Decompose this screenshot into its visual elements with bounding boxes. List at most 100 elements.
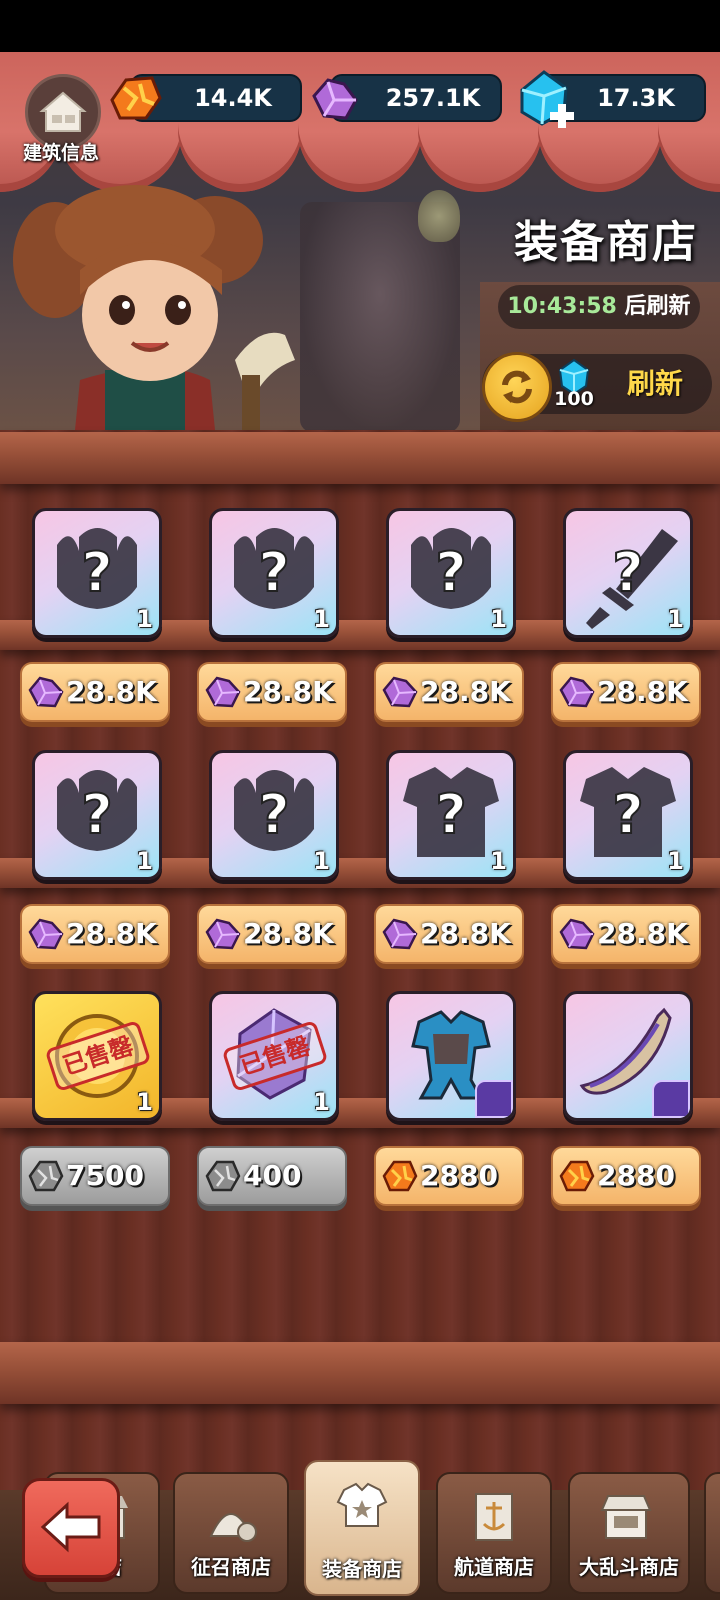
silver-ore-icon	[28, 1160, 64, 1192]
price-button[interactable]: 28.8K	[20, 904, 170, 964]
tab-label: 航道商店	[454, 1555, 534, 1579]
ember-ore-icon	[110, 76, 162, 120]
building-info-label: 建筑信息	[22, 142, 99, 164]
tab-label: 征召商店	[191, 1555, 271, 1579]
price-button[interactable]: 2880	[374, 1146, 524, 1206]
back-button[interactable]	[22, 1478, 120, 1578]
tab-brawl-shop[interactable]: 大乱斗商店	[568, 1472, 690, 1594]
shelf-plank	[0, 1342, 720, 1404]
class-badge-icon	[652, 1080, 690, 1118]
tab-route-shop[interactable]: 航道商店	[436, 1472, 552, 1594]
house-icon	[39, 91, 87, 132]
item-quantity: 1	[136, 1088, 153, 1116]
price-button[interactable]: 400	[197, 1146, 347, 1206]
price-button[interactable]: 28.8K	[551, 662, 701, 722]
refresh-cost: 100	[554, 388, 594, 410]
shop-item-card[interactable]	[563, 991, 693, 1121]
purple-crystal-icon	[312, 78, 358, 120]
timer-countdown: 10:43:58	[507, 294, 617, 319]
refresh-button[interactable]: 100 刷新	[482, 352, 712, 422]
item-quantity: 1	[313, 1088, 330, 1116]
shop-item-card[interactable]: ? 1	[386, 508, 516, 638]
shop-item-card[interactable]: ? 1	[209, 508, 339, 638]
tab-more[interactable]	[704, 1472, 720, 1594]
purple-crystal-icon	[205, 918, 241, 950]
price-value: 28.8K	[597, 675, 688, 708]
price-value: 28.8K	[66, 675, 157, 708]
price-value: 28.8K	[243, 917, 334, 950]
item-quantity: 1	[136, 605, 153, 633]
svg-text:?: ?	[612, 783, 643, 846]
item-quantity: 1	[313, 605, 330, 633]
purple-crystal-icon	[382, 676, 418, 708]
shop-item-card[interactable]	[386, 991, 516, 1121]
silver-ore-icon	[205, 1160, 241, 1192]
price-button[interactable]: 2880	[551, 1146, 701, 1206]
shop-item-card[interactable]: ? 1	[563, 508, 693, 638]
refresh-icon	[482, 352, 552, 422]
price-value: 28.8K	[66, 917, 157, 950]
shop-item-card[interactable]: 已售罄 1	[209, 991, 339, 1121]
shelf-plank	[0, 432, 720, 484]
purple-crystal-icon	[205, 676, 241, 708]
price-value: 28.8K	[597, 917, 688, 950]
price-button[interactable]: 28.8K	[374, 662, 524, 722]
timer-suffix: 后刷新	[624, 294, 691, 319]
ember-ore-icon	[382, 1160, 418, 1192]
shop-item-card[interactable]: ? 1	[32, 750, 162, 880]
svg-text:?: ?	[435, 541, 466, 604]
price-button[interactable]: 7500	[20, 1146, 170, 1206]
tab-recruit-shop[interactable]: 征召商店	[173, 1472, 289, 1594]
purple-crystal-icon	[559, 676, 595, 708]
tab-equipment-shop[interactable]: 装备商店	[304, 1460, 420, 1596]
tab-label: 装备商店	[322, 1557, 402, 1581]
price-value: 2880	[420, 1159, 498, 1192]
price-value: 2880	[597, 1159, 675, 1192]
price-button[interactable]: 28.8K	[197, 662, 347, 722]
purple-crystal-icon	[559, 918, 595, 950]
status-bar	[0, 0, 720, 52]
tab-label: 大乱斗商店	[579, 1555, 679, 1579]
price-value: 28.8K	[243, 675, 334, 708]
item-quantity: 1	[313, 847, 330, 875]
purple-crystal-icon	[28, 918, 64, 950]
back-arrow-icon	[40, 1501, 101, 1553]
item-quantity: 1	[136, 847, 153, 875]
purple-crystal-icon	[382, 918, 418, 950]
equipment-shop-icon	[336, 1482, 388, 1527]
svg-text:?: ?	[258, 783, 289, 846]
purple-crystal-icon	[28, 676, 64, 708]
item-quantity: 1	[667, 605, 684, 633]
shop-item-card[interactable]: ? 1	[209, 750, 339, 880]
shop-title: 装备商店	[514, 217, 698, 268]
shop-item-card[interactable]: ? 1	[386, 750, 516, 880]
shop-item-card[interactable]: ? 1	[32, 508, 162, 638]
price-value: 28.8K	[420, 917, 511, 950]
brawl-shop-icon	[600, 1495, 652, 1539]
class-badge-icon	[475, 1080, 513, 1118]
svg-text:?: ?	[612, 541, 643, 604]
building-info-button[interactable]: 建筑信息	[22, 74, 101, 164]
svg-text:?: ?	[81, 541, 112, 604]
svg-text:?: ?	[81, 783, 112, 846]
price-button[interactable]: 28.8K	[20, 662, 170, 722]
refresh-label: 刷新	[626, 367, 683, 400]
price-button[interactable]: 28.8K	[197, 904, 347, 964]
ember-ore-icon	[559, 1160, 595, 1192]
price-value: 7500	[66, 1159, 144, 1192]
price-button[interactable]: 28.8K	[374, 904, 524, 964]
recruit-shop-icon	[209, 1513, 257, 1542]
shopkeeper-character	[13, 185, 295, 430]
price-value: 400	[243, 1159, 302, 1192]
svg-text:?: ?	[435, 783, 466, 846]
item-quantity: 1	[490, 605, 507, 633]
refresh-timer: 10:43:58 后刷新	[498, 285, 700, 329]
price-value: 28.8K	[420, 675, 511, 708]
route-shop-icon	[475, 1493, 513, 1541]
svg-text:?: ?	[258, 541, 289, 604]
shop-item-card[interactable]: 已售罄 1	[32, 991, 162, 1121]
price-button[interactable]: 28.8K	[551, 904, 701, 964]
item-quantity: 1	[667, 847, 684, 875]
shop-item-card[interactable]: ? 1	[563, 750, 693, 880]
item-quantity: 1	[490, 847, 507, 875]
